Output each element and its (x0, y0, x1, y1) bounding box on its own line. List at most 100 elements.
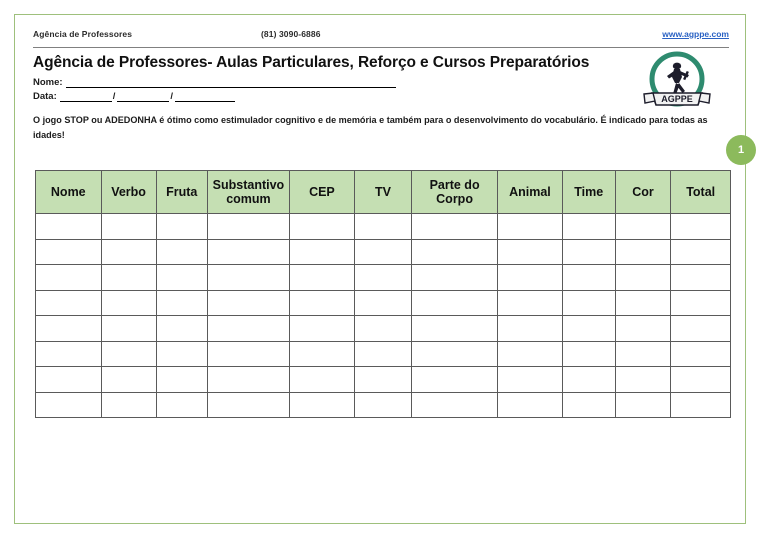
header-website-link[interactable]: www.agppe.com (662, 29, 729, 39)
table-cell[interactable] (614, 391, 672, 418)
table-cell[interactable] (289, 213, 355, 240)
table-cell[interactable] (411, 391, 499, 418)
table-cell[interactable] (614, 340, 672, 367)
table-cell[interactable] (411, 340, 499, 367)
table-cell[interactable] (561, 238, 616, 265)
table-cell[interactable] (100, 289, 157, 316)
table-cell[interactable] (497, 340, 563, 367)
table-cell[interactable] (206, 238, 291, 265)
table-cell[interactable] (411, 289, 499, 316)
table-cell[interactable] (670, 238, 731, 265)
table-cell[interactable] (35, 391, 102, 418)
table-cell[interactable] (289, 315, 355, 342)
table-cell[interactable] (353, 213, 413, 240)
table-cell[interactable] (35, 315, 102, 342)
table-cell[interactable] (497, 391, 563, 418)
table-cell[interactable] (670, 366, 731, 393)
table-cell[interactable] (155, 315, 208, 342)
table-cell[interactable] (561, 391, 616, 418)
table-cell[interactable] (614, 315, 672, 342)
table-cell[interactable] (289, 238, 355, 265)
table-cell[interactable] (411, 238, 499, 265)
table-cell[interactable] (155, 213, 208, 240)
table-cell[interactable] (411, 213, 499, 240)
table-cell[interactable] (497, 366, 563, 393)
table-cell[interactable] (100, 366, 157, 393)
agppe-logo-icon: AGPPE (643, 51, 711, 107)
table-cell[interactable] (100, 315, 157, 342)
table-cell[interactable] (206, 391, 291, 418)
table-column-header-substantivo-comum: Substantivo comum (206, 170, 291, 214)
table-cell[interactable] (155, 238, 208, 265)
table-cell[interactable] (614, 264, 672, 291)
table-cell[interactable] (353, 315, 413, 342)
table-cell[interactable] (670, 340, 731, 367)
table-cell[interactable] (561, 289, 616, 316)
table-cell[interactable] (614, 213, 672, 240)
table-cell[interactable] (353, 340, 413, 367)
table-cell[interactable] (670, 264, 731, 291)
table-column-header-nome: Nome (35, 170, 102, 214)
table-cell[interactable] (497, 264, 563, 291)
date-field-label: Data: (33, 91, 57, 102)
table-cell[interactable] (35, 264, 102, 291)
table-cell[interactable] (206, 213, 291, 240)
table-cell[interactable] (353, 366, 413, 393)
table-column-header-time: Time (561, 170, 616, 214)
table-cell[interactable] (35, 213, 102, 240)
table-cell[interactable] (100, 238, 157, 265)
table-cell[interactable] (206, 366, 291, 393)
table-cell[interactable] (155, 264, 208, 291)
table-cell[interactable] (670, 213, 731, 240)
table-cell[interactable] (353, 391, 413, 418)
table-cell[interactable] (289, 289, 355, 316)
table-cell[interactable] (497, 213, 563, 240)
table-cell[interactable] (289, 340, 355, 367)
logo-banner-text: AGPPE (661, 94, 693, 104)
table-cell[interactable] (155, 391, 208, 418)
table-cell[interactable] (561, 213, 616, 240)
table-cell[interactable] (100, 213, 157, 240)
table-cell[interactable] (561, 340, 616, 367)
table-cell[interactable] (289, 366, 355, 393)
name-field-blank[interactable] (65, 78, 396, 88)
table-cell[interactable] (155, 340, 208, 367)
table-cell[interactable] (670, 391, 731, 418)
table-cell[interactable] (561, 264, 616, 291)
table-cell[interactable] (35, 238, 102, 265)
table-cell[interactable] (289, 391, 355, 418)
table-cell[interactable] (670, 315, 731, 342)
table-cell[interactable] (35, 366, 102, 393)
table-cell[interactable] (206, 315, 291, 342)
table-cell[interactable] (35, 289, 102, 316)
date-month-blank[interactable] (117, 92, 170, 102)
table-cell[interactable] (206, 264, 291, 291)
table-cell[interactable] (353, 238, 413, 265)
table-cell[interactable] (155, 366, 208, 393)
table-cell[interactable] (670, 289, 731, 316)
date-year-blank[interactable] (175, 92, 236, 102)
table-cell[interactable] (353, 289, 413, 316)
table-cell[interactable] (497, 315, 563, 342)
table-cell[interactable] (561, 315, 616, 342)
table-row (35, 391, 731, 418)
table-cell[interactable] (100, 391, 157, 418)
table-cell[interactable] (411, 366, 499, 393)
table-cell[interactable] (497, 289, 563, 316)
table-cell[interactable] (561, 366, 616, 393)
table-cell[interactable] (614, 238, 672, 265)
table-cell[interactable] (155, 289, 208, 316)
table-cell[interactable] (35, 340, 102, 367)
table-cell[interactable] (100, 264, 157, 291)
table-cell[interactable] (353, 264, 413, 291)
table-cell[interactable] (206, 289, 291, 316)
table-cell[interactable] (614, 366, 672, 393)
table-cell[interactable] (411, 264, 499, 291)
date-day-blank[interactable] (59, 92, 112, 102)
table-cell[interactable] (497, 238, 563, 265)
table-cell[interactable] (100, 340, 157, 367)
table-cell[interactable] (614, 289, 672, 316)
table-cell[interactable] (289, 264, 355, 291)
table-cell[interactable] (411, 315, 499, 342)
table-cell[interactable] (206, 340, 291, 367)
